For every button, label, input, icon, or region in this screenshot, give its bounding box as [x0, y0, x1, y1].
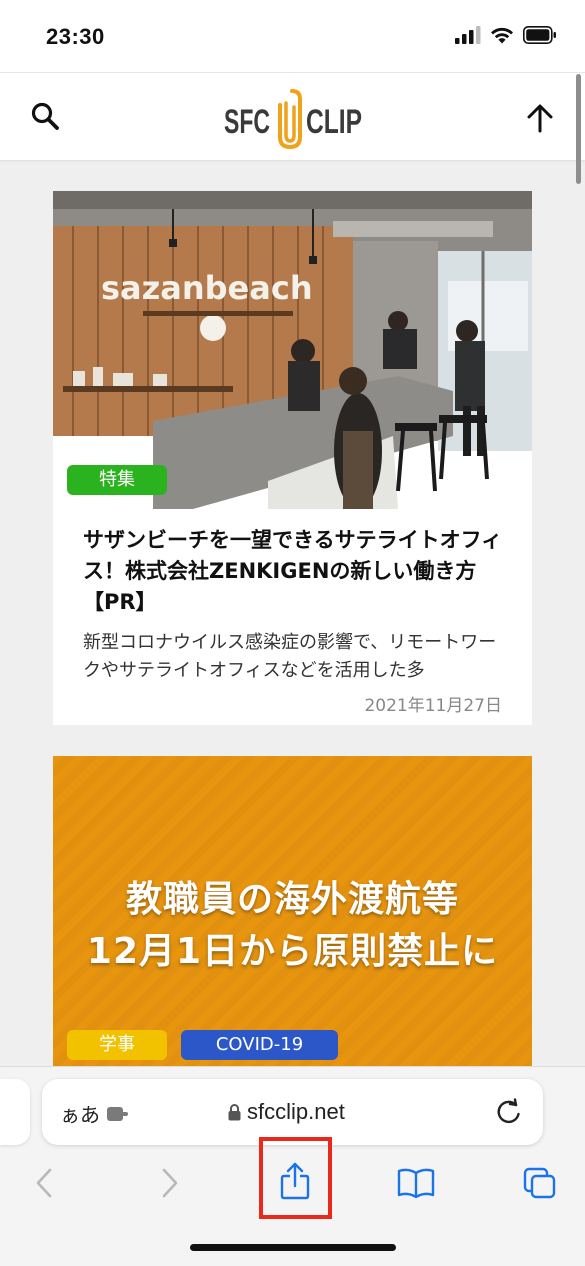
chevron-left-icon	[36, 1168, 52, 1198]
category-badge[interactable]: COVID-19	[181, 1030, 338, 1060]
photo-sign-text: sazanbeach	[101, 269, 313, 307]
arrow-up-icon[interactable]	[526, 103, 554, 133]
article-date: 2021年11月27日	[364, 696, 502, 716]
url-display[interactable]: sfcclip.net	[228, 1099, 345, 1125]
article-card[interactable]: 教職員の海外渡航等 12月1日から原則禁止に 学事 COVID-19	[53, 756, 532, 1076]
wifi-icon	[491, 27, 513, 44]
logo-text-right: CLIP	[306, 103, 362, 141]
site-header: SFC CLIP	[0, 72, 585, 160]
share-button-highlight	[259, 1137, 332, 1219]
category-badge[interactable]: 特集	[67, 465, 167, 495]
sfc-clip-logo[interactable]: SFC CLIP	[224, 87, 364, 149]
tabs-icon	[523, 1167, 556, 1199]
reload-icon[interactable]	[495, 1098, 523, 1126]
bookmarks-button[interactable]	[396, 1163, 436, 1203]
previous-tab-edge[interactable]	[0, 1079, 30, 1145]
cellular-signal-icon	[455, 26, 481, 44]
thumbnail-headline-line2: 12月1日から原則禁止に	[86, 931, 499, 972]
home-indicator[interactable]	[190, 1244, 396, 1251]
status-time: 23:30	[46, 24, 105, 49]
article-excerpt: 新型コロナウイルス感染症の影響で、リモートワークやサテライトオフィスなどを活用し…	[83, 632, 497, 681]
chevron-right-icon	[162, 1168, 178, 1198]
book-icon	[397, 1168, 435, 1198]
search-icon[interactable]	[30, 101, 60, 131]
browser-toolbar: ぁあ sfcclip.net	[0, 1066, 585, 1266]
article-title[interactable]: サザンビーチを一望できるサテライトオフィス！株式会社ZENKIGENの新しい働き…	[83, 525, 508, 618]
logo-text-left: SFC	[224, 103, 270, 141]
battery-icon	[523, 26, 556, 44]
article-thumbnail[interactable]: sazanbeach 特集	[53, 191, 532, 509]
office-photo: sazanbeach	[53, 191, 532, 509]
page-settings-button[interactable]: ぁあ	[60, 1099, 130, 1128]
aa-label: ぁあ	[60, 1103, 100, 1127]
forward-button[interactable]	[150, 1163, 190, 1203]
category-badge[interactable]: 学事	[67, 1030, 167, 1060]
tabs-button[interactable]	[520, 1163, 560, 1203]
status-icons	[455, 26, 557, 44]
extension-puzzle-icon	[107, 1106, 128, 1121]
scrollbar-thumb[interactable]	[576, 74, 581, 184]
lock-icon	[228, 1104, 241, 1121]
back-button[interactable]	[24, 1163, 64, 1203]
article-card[interactable]: sazanbeach 特集 サザンビーチを一望できるサテライトオフィス！株式会社…	[53, 191, 532, 725]
url-text: sfcclip.net	[247, 1099, 345, 1124]
thumbnail-headline-line1: 教職員の海外渡航等	[125, 879, 459, 920]
status-bar: 23:30	[0, 0, 585, 72]
address-bar[interactable]: ぁあ sfcclip.net	[42, 1079, 543, 1145]
